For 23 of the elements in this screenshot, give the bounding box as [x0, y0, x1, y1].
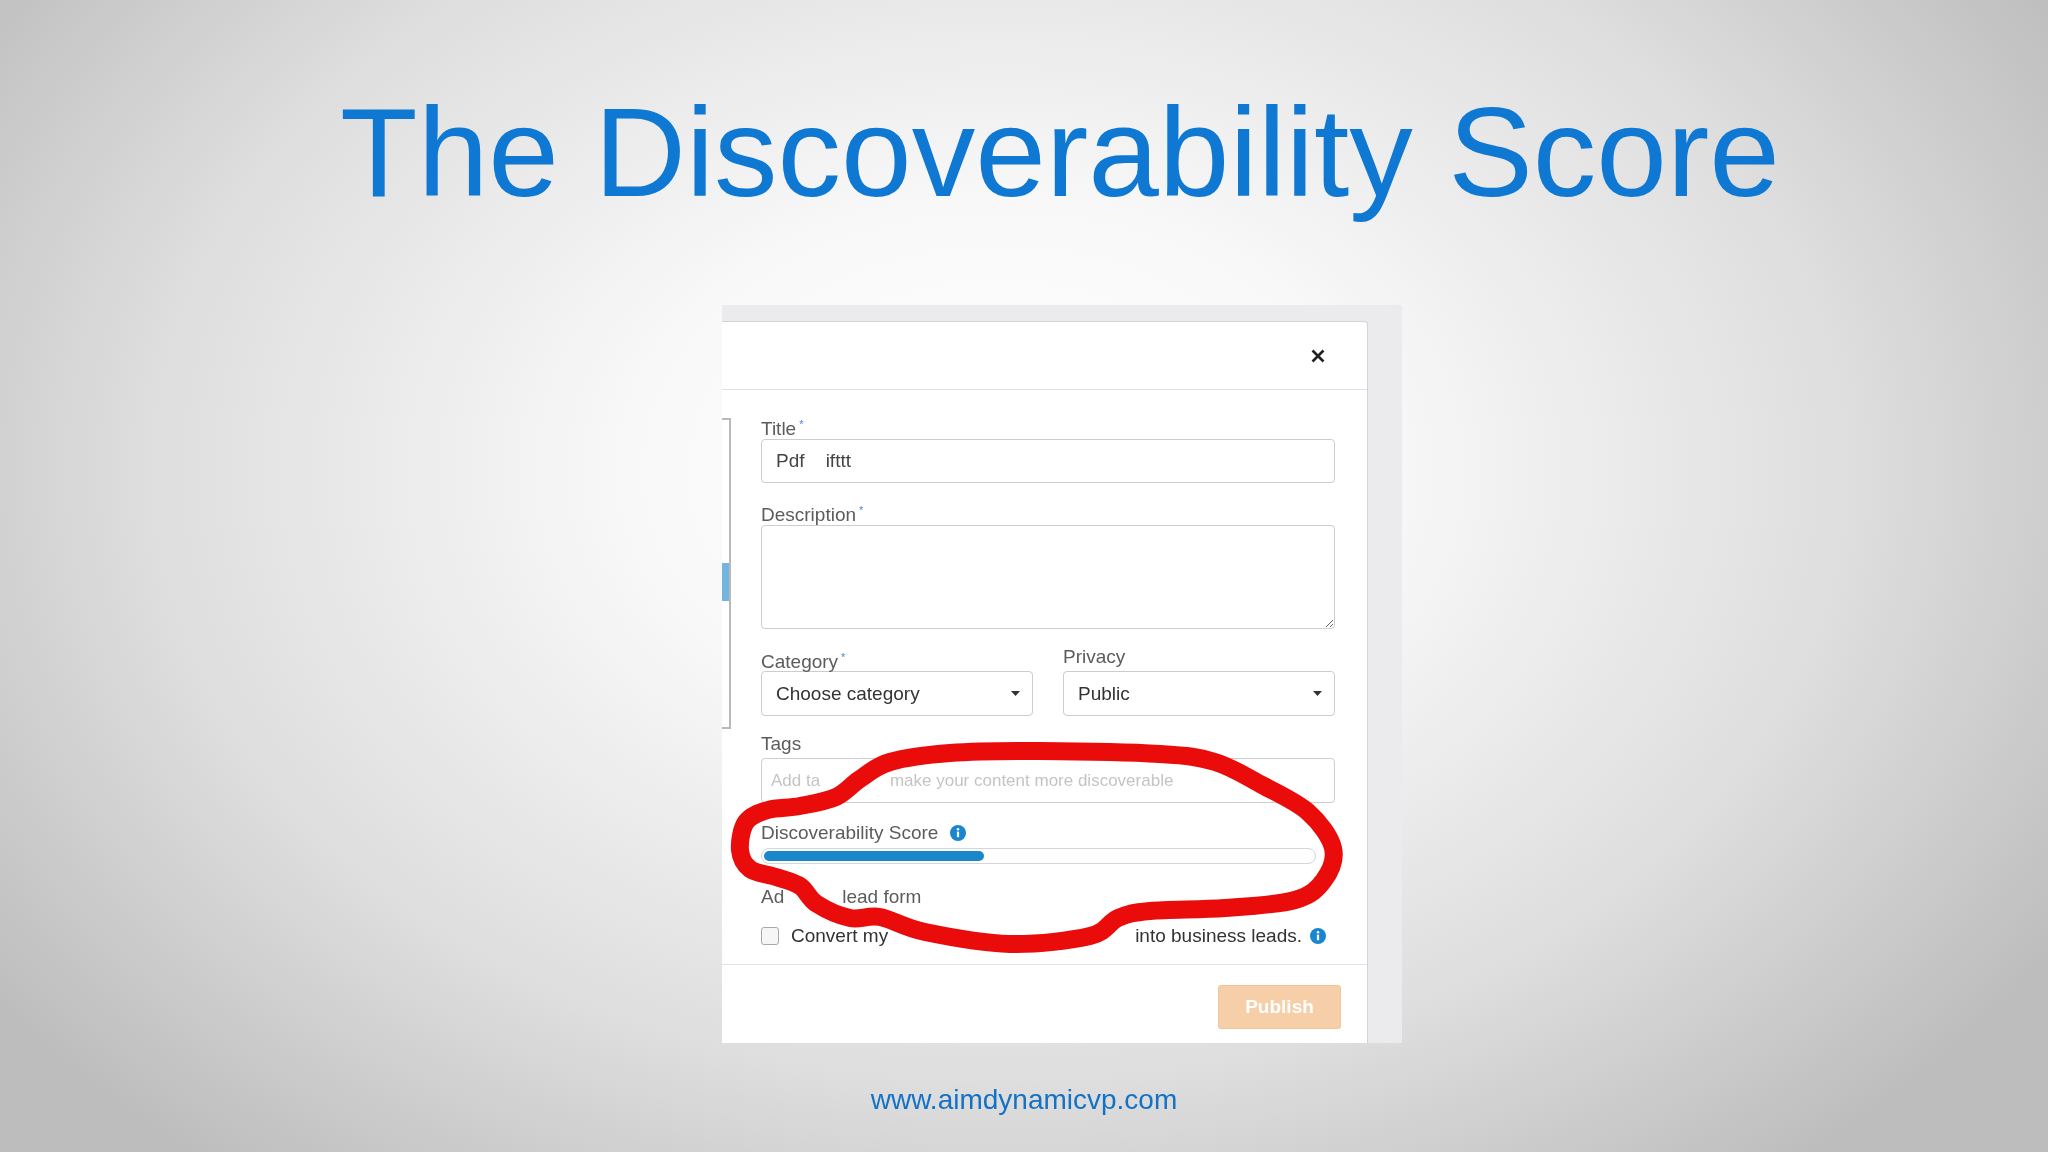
caret-icon: [1313, 691, 1322, 696]
slide-title: The Discoverability Score: [340, 80, 1780, 225]
info-icon[interactable]: [950, 825, 967, 841]
website-url: www.aimdynamicvp.com: [870, 1084, 1178, 1116]
field-label: Tags: [761, 733, 802, 754]
field-label: Discoverability Score: [761, 822, 939, 843]
caret-icon: [1011, 691, 1020, 696]
field-label: lead form: [842, 886, 922, 907]
description-field[interactable]: [761, 525, 1335, 629]
field-label: Description$^{*}$: [761, 504, 864, 525]
checkbox-label: Convert my: [791, 925, 889, 947]
field-label: Ad: [761, 886, 785, 907]
field-label: Category$^{*}$: [761, 651, 846, 672]
field-label: Title$^{*}$: [761, 418, 804, 439]
category-dropdown[interactable]: Choose category: [761, 671, 1033, 716]
title-input[interactable]: Pdf ifttt: [761, 439, 1335, 483]
close-icon[interactable]: [1311, 348, 1325, 363]
privacy-dropdown[interactable]: Public: [1063, 671, 1335, 716]
scroll-thumb: [722, 563, 729, 601]
info-icon[interactable]: [1310, 928, 1327, 944]
checkbox[interactable]: [761, 927, 779, 945]
field-label: Privacy: [1063, 646, 1126, 667]
checkbox-label: into business leads.: [1135, 925, 1303, 947]
